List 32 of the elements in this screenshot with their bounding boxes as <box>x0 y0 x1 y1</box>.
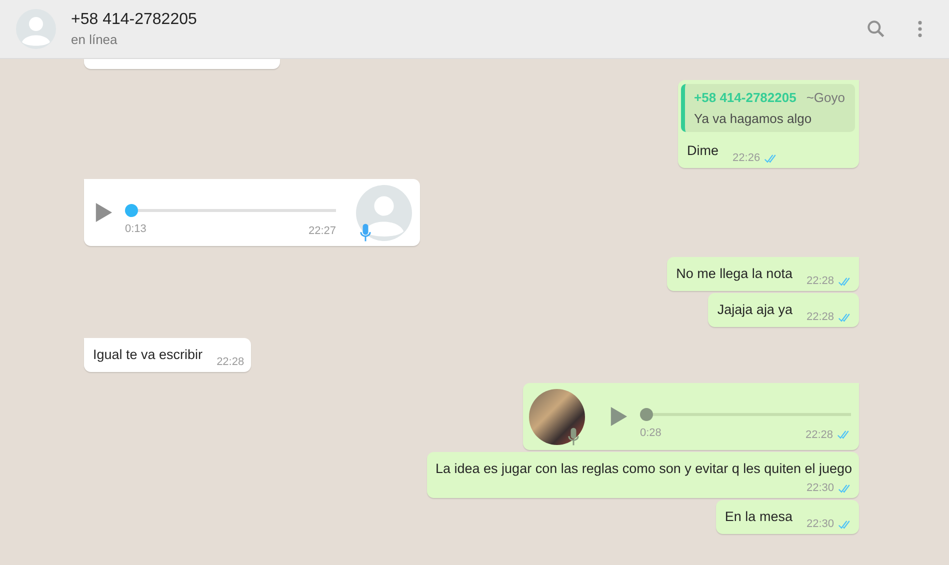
quote-alias: ~Goyo <box>806 90 845 105</box>
search-icon[interactable] <box>865 18 887 40</box>
message-time: 22:30 <box>806 482 834 494</box>
quote-text: Ya va hagamos algo <box>694 111 813 126</box>
message-time: 22:28 <box>806 275 834 287</box>
message-time: 22:30 <box>806 518 834 530</box>
message-time: 22:28 <box>805 428 833 440</box>
audio-duration: 0:28 <box>640 426 662 438</box>
message-text: En la mesa <box>724 508 792 526</box>
audio-thumb[interactable] <box>125 204 138 216</box>
message-text: Jajaja aja ya <box>717 301 792 319</box>
audio-thumb[interactable] <box>640 408 653 420</box>
microphone-icon <box>568 426 579 446</box>
message-time: 22:28 <box>216 356 244 368</box>
menu-icon[interactable] <box>917 20 923 38</box>
quoted-message[interactable]: +58 414-2782205 ~Goyo Ya va hagamos algo <box>681 84 855 132</box>
play-icon[interactable] <box>609 406 628 427</box>
audio-duration: 0:13 <box>125 222 146 234</box>
message-text: No me llega la nota <box>676 265 792 283</box>
contact-status: en línea <box>71 32 118 47</box>
message-text: La idea es jugar con las reglas como son y evitar q les quiten el juego <box>436 460 852 478</box>
contact-name: +58 414-2782205 <box>71 11 198 29</box>
play-icon[interactable] <box>94 202 113 223</box>
message-time: 22:27 <box>308 224 336 236</box>
message-text: Igual te va escribir <box>93 346 203 364</box>
message-time: 22:26 <box>732 152 760 164</box>
microphone-icon <box>360 222 371 242</box>
avatar-icon <box>16 9 56 49</box>
quote-author: +58 414-2782205 <box>694 90 796 105</box>
avatar-icon <box>356 184 412 240</box>
message-text: Dime <box>687 142 719 160</box>
message-time: 22:28 <box>806 311 834 323</box>
